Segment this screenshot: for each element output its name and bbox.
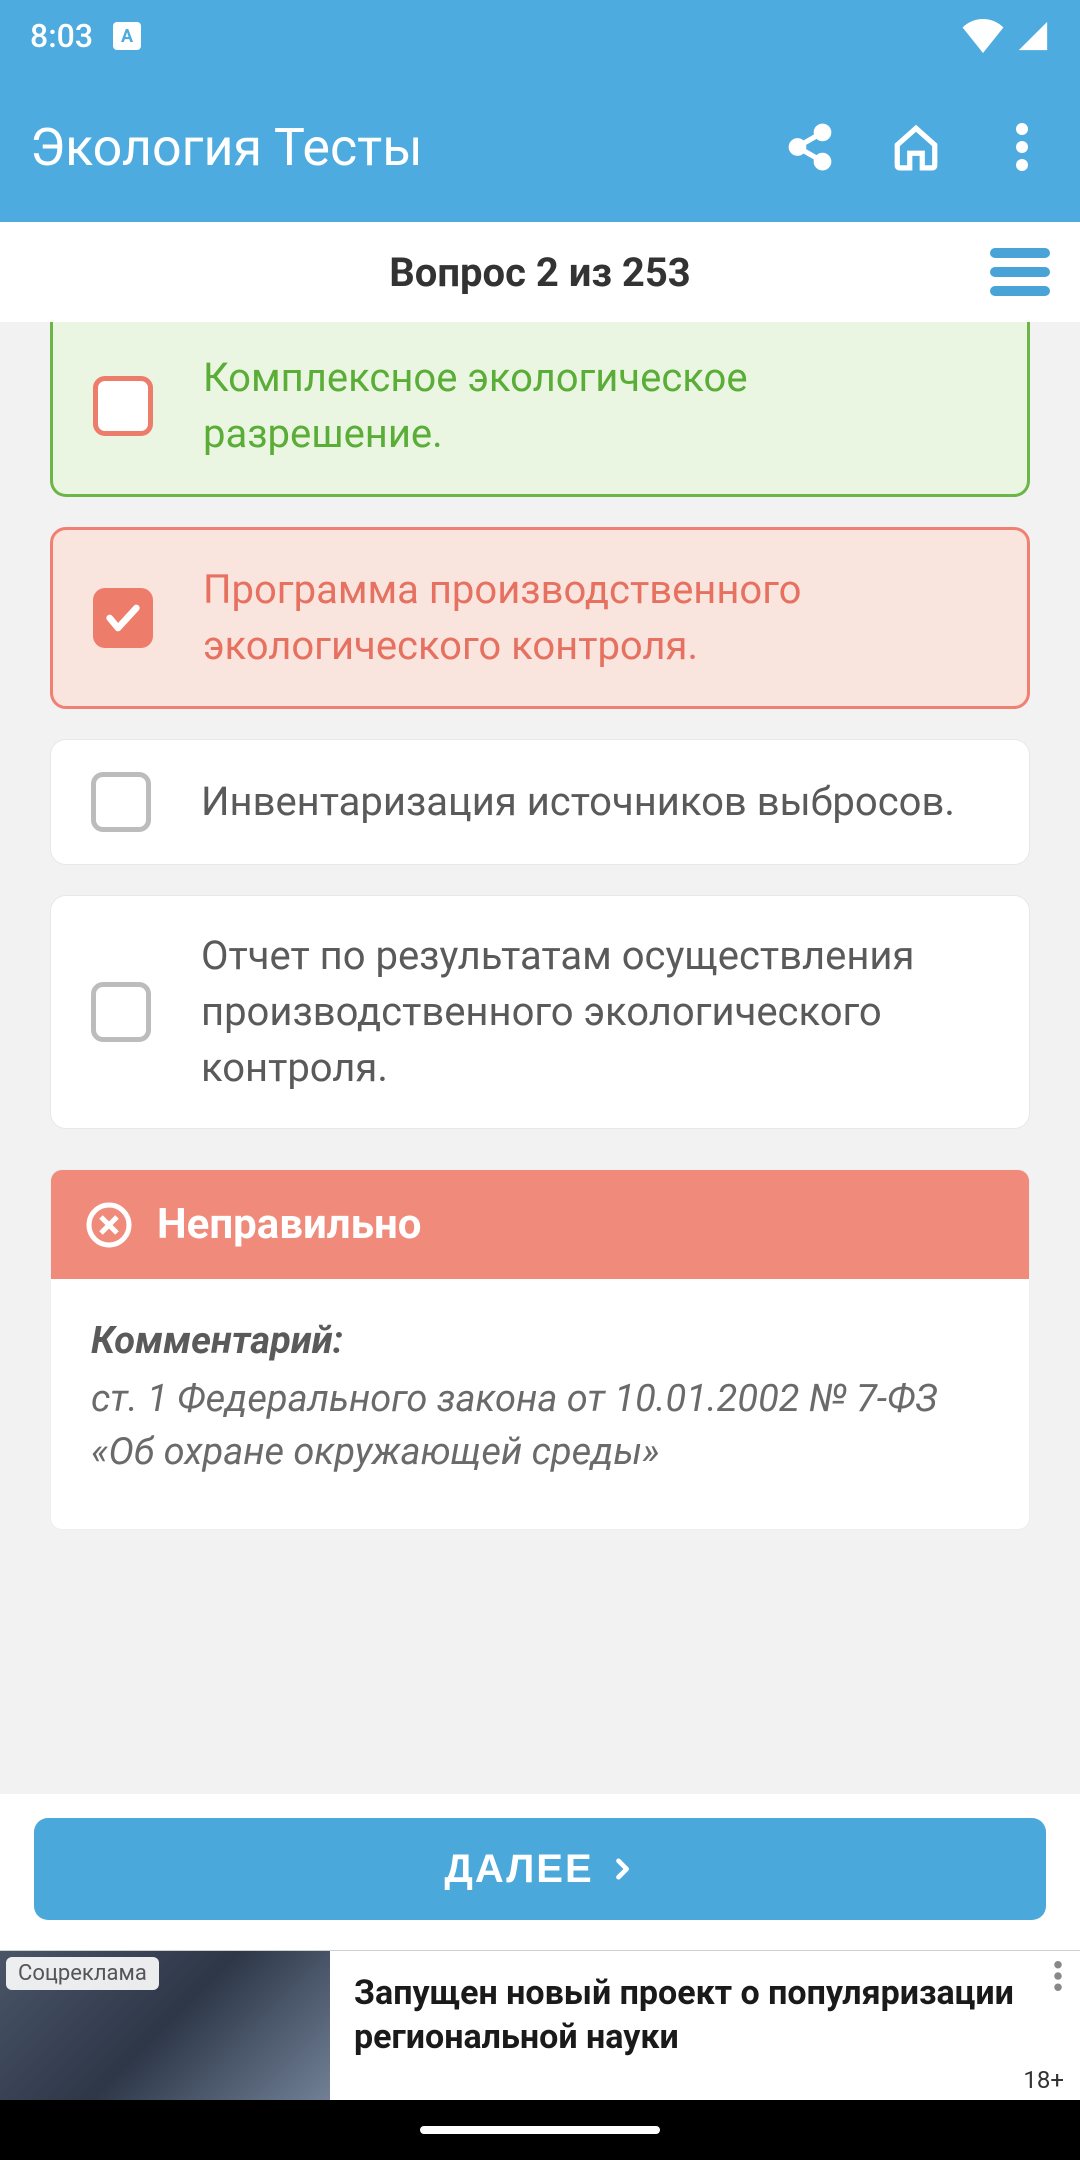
home-button[interactable] (888, 119, 944, 175)
ad-banner[interactable]: Соцреклама Запущен новый проект о популя… (0, 1950, 1080, 2100)
ad-text: Запущен новый проект о популяри­зации ре… (330, 1951, 1080, 2100)
ad-badge: Соцреклама (6, 1957, 159, 1990)
option-text: Комплексное экологическое разрешение. (203, 350, 987, 462)
feedback-header: Неправильно (51, 1170, 1029, 1279)
status-time: 8:03 (30, 17, 93, 55)
feedback-status: Неправильно (157, 1200, 422, 1249)
more-vert-icon (1054, 1961, 1062, 1991)
cell-signal-icon (1016, 19, 1050, 53)
feedback-body: Комментарий: ст. 1 Федерального закона о… (51, 1279, 1029, 1529)
share-icon (785, 122, 835, 172)
option-text: Инвентаризация источников выбросов. (201, 774, 955, 830)
hamburger-icon (990, 248, 1050, 296)
ad-menu-button[interactable] (1054, 1961, 1062, 1998)
feedback-card: Неправильно Комментарий: ст. 1 Федеральн… (50, 1169, 1030, 1530)
next-label: ДАЛЕЕ (444, 1847, 593, 1892)
answer-option-correct[interactable]: Комплексное экологическое разрешение. (50, 322, 1030, 497)
checkbox-unchecked (91, 772, 151, 832)
status-bar: 8:03 A (0, 0, 1080, 72)
keyboard-lang-icon: A (113, 22, 141, 50)
question-counter: Вопрос 2 из 253 (30, 249, 1050, 296)
checkbox-unchecked (93, 376, 153, 436)
nav-pill[interactable] (420, 2126, 660, 2134)
app-bar: Экология Тесты (0, 72, 1080, 222)
option-text: Программа производственного экологическо… (203, 562, 987, 674)
share-button[interactable] (782, 119, 838, 175)
next-bar: ДАЛЕЕ (0, 1794, 1080, 1950)
wifi-icon (962, 19, 1004, 53)
content-area: Комплексное экологическое разрешение. Пр… (0, 322, 1080, 1794)
check-icon (103, 598, 143, 638)
chevron-right-icon (608, 1855, 636, 1883)
checkbox-unchecked (91, 982, 151, 1042)
ad-age-rating: 18+ (1023, 2066, 1064, 2094)
overflow-menu-button[interactable] (994, 119, 1050, 175)
app-title: Экология Тесты (30, 117, 782, 178)
more-vert-icon (1016, 123, 1028, 171)
close-circle-icon (85, 1201, 133, 1249)
next-button[interactable]: ДАЛЕЕ (34, 1818, 1046, 1920)
system-nav-bar (0, 2100, 1080, 2160)
answer-option[interactable]: Инвентаризация источников выбросов. (50, 739, 1030, 865)
comment-label: Комментарий: (91, 1319, 989, 1363)
question-header: Вопрос 2 из 253 (0, 222, 1080, 322)
comment-text: ст. 1 Федерального закона от 10.01.2002 … (91, 1373, 989, 1479)
home-icon (891, 122, 941, 172)
answer-option[interactable]: Отчет по результатам осуществления произ… (50, 895, 1030, 1129)
answer-option-selected-wrong[interactable]: Программа производственного экологическо… (50, 527, 1030, 709)
ad-image: Соцреклама (0, 1951, 330, 2100)
checkbox-checked (93, 588, 153, 648)
question-list-button[interactable] (990, 248, 1050, 296)
option-text: Отчет по результатам осуществления произ… (201, 928, 989, 1096)
